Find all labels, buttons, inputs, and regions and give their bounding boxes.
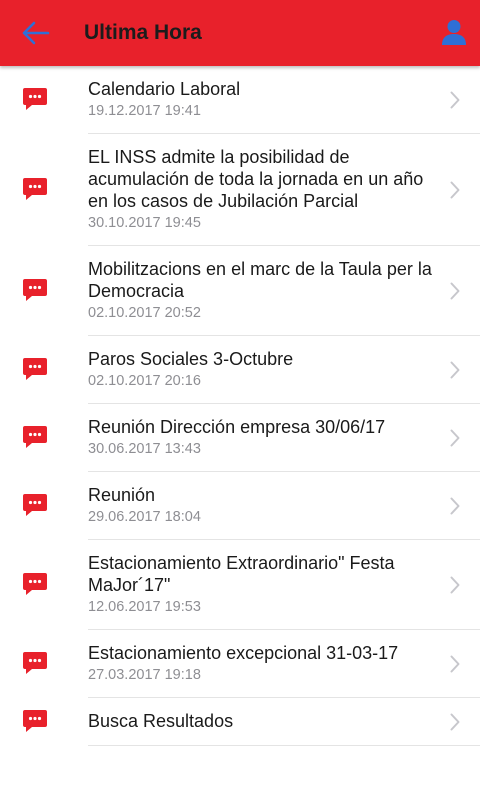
list-item-text: Paros Sociales 3-Octubre 02.10.2017 20:1… [88,348,438,391]
chat-bubble-icon [22,86,48,112]
list-item-title: Paros Sociales 3-Octubre [88,349,294,369]
list-item[interactable]: Estacionamiento excepcional 31-03-17 27.… [0,630,480,698]
chat-bubble-icon [22,571,48,597]
list-item-title: Reunión [88,485,156,505]
top-app-bar: Ultima Hora [0,0,480,66]
chevron-right-icon [450,497,460,515]
list-item[interactable]: Busca Resultados [0,698,480,746]
list-item-title: Reunión Dirección empresa 30/06/17 [88,417,386,437]
list-item-text: Estacionamiento excepcional 31-03-17 27.… [88,642,438,685]
chevron-right-icon [450,361,460,379]
list-item[interactable]: EL INSS admite la posibilidad de acumula… [0,134,480,246]
list-item-date: 30.10.2017 19:45 [88,215,201,231]
list-item[interactable]: Paros Sociales 3-Octubre 02.10.2017 20:1… [0,336,480,404]
list-item-date: 19.12.2017 19:41 [88,103,201,119]
list-item-date: 27.03.2017 19:18 [88,667,201,683]
profile-button[interactable] [440,18,468,46]
chat-bubble-icon [22,492,48,518]
list-item-text: Mobilitzacions en el marc de la Taula pe… [88,258,438,323]
list-item-text: EL INSS admite la posibilidad de acumula… [88,146,438,233]
user-icon [442,20,466,45]
news-list: Calendario Laboral 19.12.2017 19:41 EL I… [0,66,480,746]
chevron-right-icon [450,91,460,109]
list-item[interactable]: Reunión 29.06.2017 18:04 [0,472,480,540]
chat-bubble-icon [22,356,48,382]
list-item[interactable]: Reunión Dirección empresa 30/06/17 30.06… [0,404,480,472]
list-item-title: Calendario Laboral [88,79,241,99]
list-item-date: 02.10.2017 20:16 [88,373,201,389]
chat-bubble-icon [22,176,48,202]
chat-bubble-icon [22,424,48,450]
chevron-right-icon [450,181,460,199]
chat-bubble-icon [22,708,48,734]
list-item-text: Busca Resultados [88,710,438,732]
list-item[interactable]: Mobilitzacions en el marc de la Taula pe… [0,246,480,336]
list-item-title: Mobilitzacions en el marc de la Taula pe… [88,259,432,301]
list-item-date: 02.10.2017 20:52 [88,305,201,321]
list-item-title: Estacionamiento Extraordinario" Festa Ma… [88,553,395,595]
list-item-text: Estacionamiento Extraordinario" Festa Ma… [88,552,438,617]
list-item-text: Calendario Laboral 19.12.2017 19:41 [88,78,438,121]
back-button[interactable] [22,20,50,46]
page-title: Ultima Hora [84,21,202,44]
list-item-title: Busca Resultados [88,711,234,731]
chevron-right-icon [450,713,460,731]
list-item-date: 12.06.2017 19:53 [88,599,201,615]
list-item-text: Reunión 29.06.2017 18:04 [88,484,438,527]
chevron-right-icon [450,282,460,300]
list-item-date: 29.06.2017 18:04 [88,509,201,525]
list-item-date: 30.06.2017 13:43 [88,441,201,457]
chevron-right-icon [450,429,460,447]
list-item-title: Estacionamiento excepcional 31-03-17 [88,643,399,663]
list-item[interactable]: Calendario Laboral 19.12.2017 19:41 [0,66,480,134]
chevron-right-icon [450,655,460,673]
chat-bubble-icon [22,277,48,303]
chevron-right-icon [450,576,460,594]
list-item-text: Reunión Dirección empresa 30/06/17 30.06… [88,416,438,459]
list-item[interactable]: Estacionamiento Extraordinario" Festa Ma… [0,540,480,630]
list-item-title: EL INSS admite la posibilidad de acumula… [88,147,424,211]
app-screen: Ultima Hora Calendario Laboral 19.12.201… [0,0,480,800]
chat-bubble-icon [22,650,48,676]
arrow-left-icon [22,21,50,45]
